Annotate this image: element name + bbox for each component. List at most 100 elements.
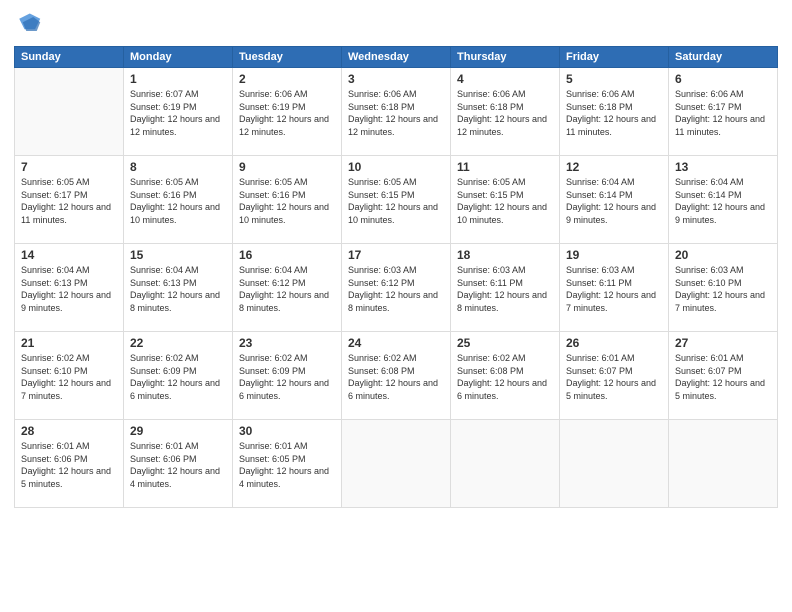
day-info: Sunrise: 6:04 AM Sunset: 6:13 PM Dayligh… — [21, 264, 117, 314]
day-info: Sunrise: 6:04 AM Sunset: 6:13 PM Dayligh… — [130, 264, 226, 314]
calendar-cell: 13 Sunrise: 6:04 AM Sunset: 6:14 PM Dayli… — [669, 156, 778, 244]
day-info: Sunrise: 6:05 AM Sunset: 6:15 PM Dayligh… — [457, 176, 553, 226]
calendar-cell: 8 Sunrise: 6:05 AM Sunset: 6:16 PM Daylig… — [124, 156, 233, 244]
calendar-cell: 1 Sunrise: 6:07 AM Sunset: 6:19 PM Daylig… — [124, 68, 233, 156]
day-info: Sunrise: 6:05 AM Sunset: 6:15 PM Dayligh… — [348, 176, 444, 226]
calendar-week-row: 1 Sunrise: 6:07 AM Sunset: 6:19 PM Daylig… — [15, 68, 778, 156]
logo-icon — [14, 10, 42, 38]
calendar-cell: 11 Sunrise: 6:05 AM Sunset: 6:15 PM Dayli… — [451, 156, 560, 244]
day-number: 30 — [239, 424, 335, 438]
day-number: 28 — [21, 424, 117, 438]
day-info: Sunrise: 6:06 AM Sunset: 6:18 PM Dayligh… — [566, 88, 662, 138]
day-number: 5 — [566, 72, 662, 86]
day-number: 8 — [130, 160, 226, 174]
day-number: 12 — [566, 160, 662, 174]
day-info: Sunrise: 6:02 AM Sunset: 6:09 PM Dayligh… — [130, 352, 226, 402]
day-info: Sunrise: 6:01 AM Sunset: 6:05 PM Dayligh… — [239, 440, 335, 490]
day-info: Sunrise: 6:05 AM Sunset: 6:17 PM Dayligh… — [21, 176, 117, 226]
calendar-cell: 14 Sunrise: 6:04 AM Sunset: 6:13 PM Dayli… — [15, 244, 124, 332]
day-number: 16 — [239, 248, 335, 262]
weekday-header: Sunday — [15, 47, 124, 68]
calendar-cell: 3Sunrise: 6:06 AM Sunset: 6:18 PM Daylig… — [342, 68, 451, 156]
calendar-cell: 17Sunrise: 6:03 AM Sunset: 6:12 PM Dayli… — [342, 244, 451, 332]
day-number: 22 — [130, 336, 226, 350]
day-number: 6 — [675, 72, 771, 86]
calendar-cell: 24 Sunrise: 6:02 AM Sunset: 6:08 PM Dayli… — [342, 332, 451, 420]
day-info: Sunrise: 6:02 AM Sunset: 6:08 PM Dayligh… — [457, 352, 553, 402]
day-number: 21 — [21, 336, 117, 350]
calendar-cell — [342, 420, 451, 508]
calendar-cell: 12 Sunrise: 6:04 AM Sunset: 6:14 PM Dayli… — [560, 156, 669, 244]
day-number: 20 — [675, 248, 771, 262]
calendar-cell: 15Sunrise: 6:04 AM Sunset: 6:13 PM Dayli… — [124, 244, 233, 332]
calendar-cell: 4Sunrise: 6:06 AM Sunset: 6:18 PM Daylig… — [451, 68, 560, 156]
day-number: 13 — [675, 160, 771, 174]
day-info: Sunrise: 6:03 AM Sunset: 6:10 PM Dayligh… — [675, 264, 771, 314]
calendar-cell: 27Sunrise: 6:01 AM Sunset: 6:07 PM Dayli… — [669, 332, 778, 420]
calendar-cell: 7 Sunrise: 6:05 AM Sunset: 6:17 PM Daylig… — [15, 156, 124, 244]
weekday-header: Thursday — [451, 47, 560, 68]
day-number: 10 — [348, 160, 444, 174]
logo — [14, 10, 46, 38]
calendar-table: SundayMondayTuesdayWednesdayThursdayFrid… — [14, 46, 778, 508]
calendar-cell: 2 Sunrise: 6:06 AM Sunset: 6:19 PM Daylig… — [233, 68, 342, 156]
calendar-cell: 10 Sunrise: 6:05 AM Sunset: 6:15 PM Dayli… — [342, 156, 451, 244]
day-info: Sunrise: 6:01 AM Sunset: 6:06 PM Dayligh… — [130, 440, 226, 490]
calendar-week-row: 21 Sunrise: 6:02 AM Sunset: 6:10 PM Dayli… — [15, 332, 778, 420]
calendar-cell: 22 Sunrise: 6:02 AM Sunset: 6:09 PM Dayli… — [124, 332, 233, 420]
day-info: Sunrise: 6:06 AM Sunset: 6:19 PM Dayligh… — [239, 88, 335, 138]
weekday-header-row: SundayMondayTuesdayWednesdayThursdayFrid… — [15, 47, 778, 68]
calendar-cell: 30 Sunrise: 6:01 AM Sunset: 6:05 PM Dayli… — [233, 420, 342, 508]
calendar-week-row: 7 Sunrise: 6:05 AM Sunset: 6:17 PM Daylig… — [15, 156, 778, 244]
day-number: 23 — [239, 336, 335, 350]
weekday-header: Saturday — [669, 47, 778, 68]
day-info: Sunrise: 6:05 AM Sunset: 6:16 PM Dayligh… — [130, 176, 226, 226]
day-info: Sunrise: 6:03 AM Sunset: 6:11 PM Dayligh… — [566, 264, 662, 314]
calendar-cell — [451, 420, 560, 508]
day-number: 2 — [239, 72, 335, 86]
day-info: Sunrise: 6:05 AM Sunset: 6:16 PM Dayligh… — [239, 176, 335, 226]
calendar-cell — [560, 420, 669, 508]
day-number: 19 — [566, 248, 662, 262]
day-number: 25 — [457, 336, 553, 350]
calendar-cell: 25 Sunrise: 6:02 AM Sunset: 6:08 PM Dayli… — [451, 332, 560, 420]
calendar-cell: 20 Sunrise: 6:03 AM Sunset: 6:10 PM Dayli… — [669, 244, 778, 332]
calendar-cell: 29Sunrise: 6:01 AM Sunset: 6:06 PM Dayli… — [124, 420, 233, 508]
weekday-header: Tuesday — [233, 47, 342, 68]
day-info: Sunrise: 6:04 AM Sunset: 6:12 PM Dayligh… — [239, 264, 335, 314]
calendar-cell: 18 Sunrise: 6:03 AM Sunset: 6:11 PM Dayli… — [451, 244, 560, 332]
day-number: 7 — [21, 160, 117, 174]
day-info: Sunrise: 6:01 AM Sunset: 6:07 PM Dayligh… — [675, 352, 771, 402]
calendar-cell: 9Sunrise: 6:05 AM Sunset: 6:16 PM Daylig… — [233, 156, 342, 244]
day-info: Sunrise: 6:01 AM Sunset: 6:06 PM Dayligh… — [21, 440, 117, 490]
day-number: 14 — [21, 248, 117, 262]
day-info: Sunrise: 6:01 AM Sunset: 6:07 PM Dayligh… — [566, 352, 662, 402]
weekday-header: Friday — [560, 47, 669, 68]
day-number: 17 — [348, 248, 444, 262]
day-info: Sunrise: 6:02 AM Sunset: 6:08 PM Dayligh… — [348, 352, 444, 402]
day-info: Sunrise: 6:04 AM Sunset: 6:14 PM Dayligh… — [675, 176, 771, 226]
day-number: 11 — [457, 160, 553, 174]
day-number: 26 — [566, 336, 662, 350]
page-header — [14, 10, 778, 38]
day-number: 18 — [457, 248, 553, 262]
day-info: Sunrise: 6:04 AM Sunset: 6:14 PM Dayligh… — [566, 176, 662, 226]
calendar-week-row: 14 Sunrise: 6:04 AM Sunset: 6:13 PM Dayli… — [15, 244, 778, 332]
calendar-cell: 5 Sunrise: 6:06 AM Sunset: 6:18 PM Daylig… — [560, 68, 669, 156]
day-number: 24 — [348, 336, 444, 350]
calendar-week-row: 28 Sunrise: 6:01 AM Sunset: 6:06 PM Dayli… — [15, 420, 778, 508]
day-number: 4 — [457, 72, 553, 86]
day-info: Sunrise: 6:07 AM Sunset: 6:19 PM Dayligh… — [130, 88, 226, 138]
calendar-cell — [669, 420, 778, 508]
day-info: Sunrise: 6:06 AM Sunset: 6:17 PM Dayligh… — [675, 88, 771, 138]
calendar-cell: 21 Sunrise: 6:02 AM Sunset: 6:10 PM Dayli… — [15, 332, 124, 420]
day-number: 1 — [130, 72, 226, 86]
calendar-cell: 6 Sunrise: 6:06 AM Sunset: 6:17 PM Daylig… — [669, 68, 778, 156]
calendar-cell: 19 Sunrise: 6:03 AM Sunset: 6:11 PM Dayli… — [560, 244, 669, 332]
day-info: Sunrise: 6:02 AM Sunset: 6:10 PM Dayligh… — [21, 352, 117, 402]
calendar-page: SundayMondayTuesdayWednesdayThursdayFrid… — [0, 0, 792, 612]
calendar-cell: 28 Sunrise: 6:01 AM Sunset: 6:06 PM Dayli… — [15, 420, 124, 508]
weekday-header: Wednesday — [342, 47, 451, 68]
calendar-cell — [15, 68, 124, 156]
day-info: Sunrise: 6:03 AM Sunset: 6:11 PM Dayligh… — [457, 264, 553, 314]
